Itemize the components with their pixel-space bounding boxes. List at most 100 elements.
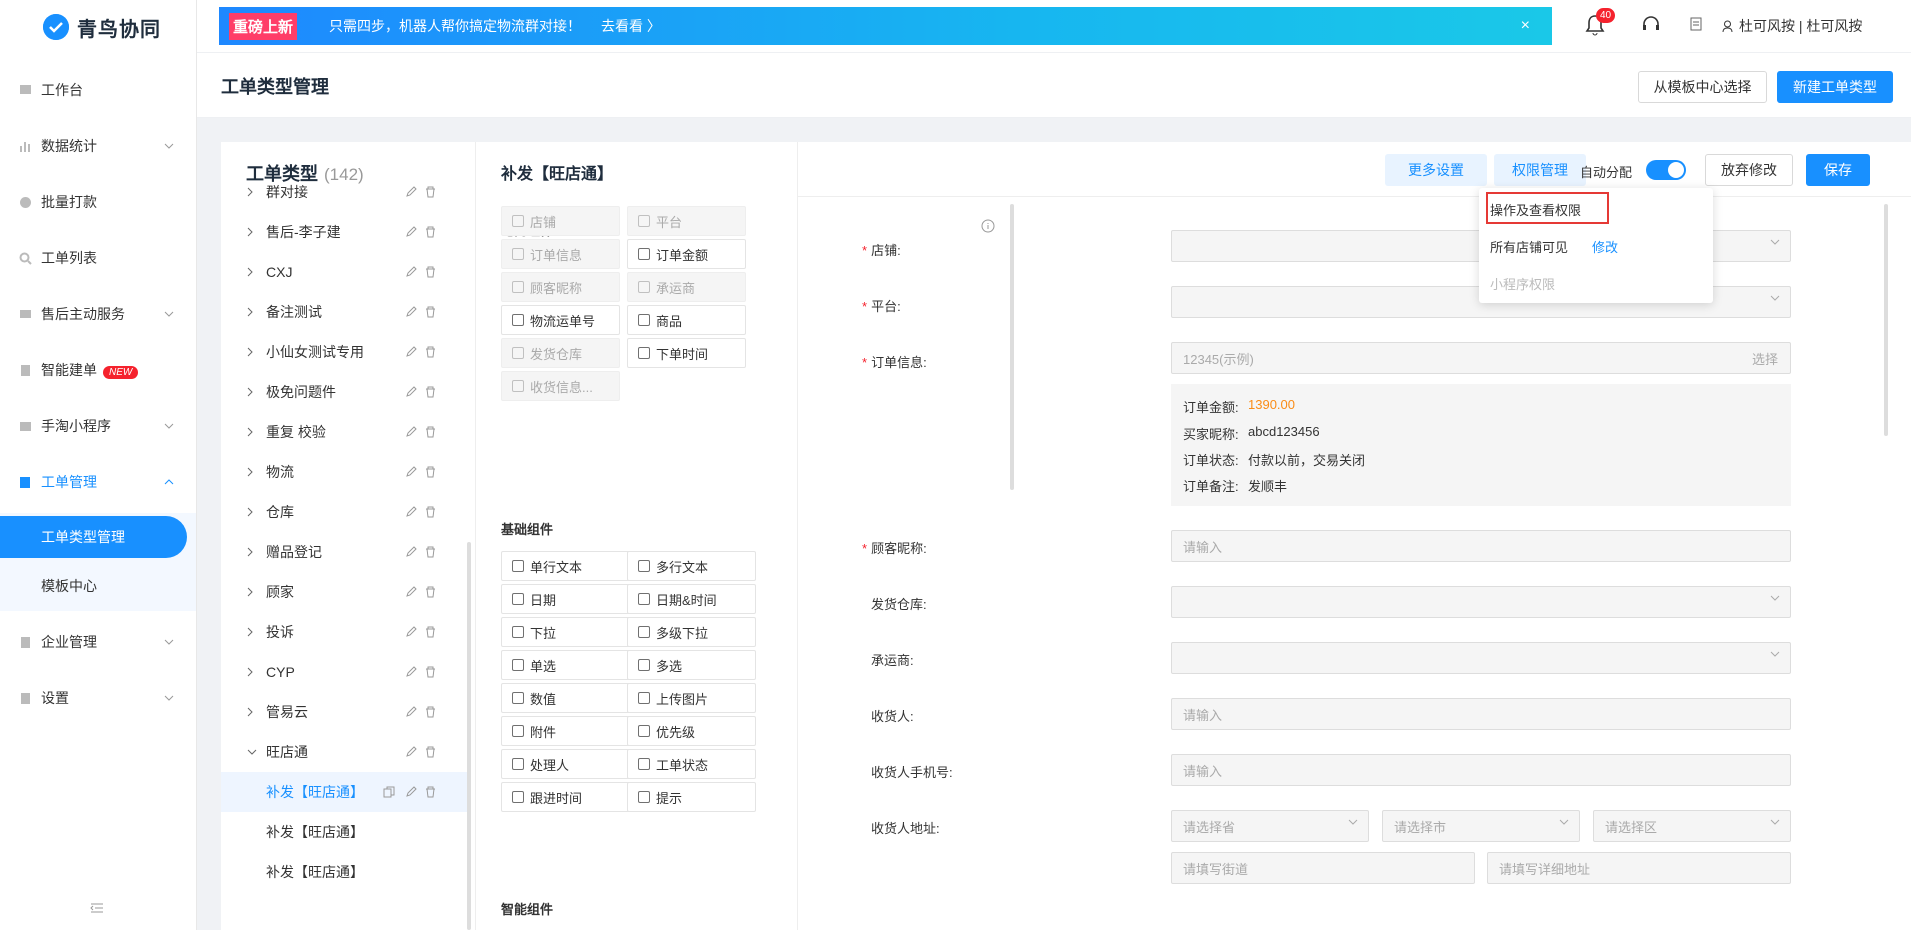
tree-row[interactable]: 管易云 bbox=[221, 692, 468, 732]
order-input[interactable]: 12345(示例) 选择 bbox=[1171, 342, 1791, 374]
component-item[interactable]: 多选 bbox=[627, 650, 756, 680]
tree-row[interactable]: 物流 bbox=[221, 452, 468, 492]
choose-template-button[interactable]: 从模板中心选择 bbox=[1638, 71, 1767, 103]
sidebar-item-ticket-type-manage[interactable]: 工单类型管理 bbox=[0, 516, 187, 558]
component-item[interactable]: 顾客昵称 bbox=[501, 272, 620, 302]
nick-input[interactable]: 请输入 bbox=[1171, 530, 1791, 562]
tree-child-row[interactable]: 补发【旺店通】 bbox=[221, 772, 468, 812]
headset-icon[interactable] bbox=[1641, 15, 1661, 35]
component-item[interactable]: 收货信息... bbox=[501, 371, 620, 401]
component-item[interactable]: 下单时间 bbox=[627, 338, 746, 368]
delete-icon[interactable] bbox=[425, 346, 436, 358]
tree-row[interactable]: 旺店通 bbox=[221, 732, 468, 772]
sidebar-item-enterprise[interactable]: 企业管理 bbox=[0, 622, 197, 662]
component-item[interactable]: 店铺 bbox=[501, 206, 620, 236]
phone-input[interactable]: 请输入 bbox=[1171, 754, 1791, 786]
edit-icon[interactable] bbox=[405, 546, 417, 558]
save-button[interactable]: 保存 bbox=[1806, 154, 1870, 186]
edit-icon[interactable] bbox=[405, 186, 417, 198]
chevron-right-icon[interactable] bbox=[247, 427, 253, 437]
sidebar-item-stats[interactable]: 数据统计 bbox=[0, 126, 197, 166]
edit-icon[interactable] bbox=[405, 346, 417, 358]
delete-icon[interactable] bbox=[425, 226, 436, 238]
promo-banner[interactable]: 重磅上新 只需四步，机器人帮你搞定物流群对接！ 去看看 〉 × bbox=[219, 7, 1552, 45]
component-item[interactable]: 下拉 bbox=[501, 617, 630, 647]
edit-icon[interactable] bbox=[405, 226, 417, 238]
delete-icon[interactable] bbox=[425, 386, 436, 398]
edit-icon[interactable] bbox=[405, 786, 417, 798]
delete-icon[interactable] bbox=[425, 706, 436, 718]
component-item[interactable]: 优先级 bbox=[627, 716, 756, 746]
component-item[interactable]: 单行文本 bbox=[501, 551, 630, 581]
chevron-right-icon[interactable] bbox=[247, 707, 253, 717]
component-item[interactable]: 上传图片 bbox=[627, 683, 756, 713]
component-item[interactable]: 订单金额 bbox=[627, 239, 746, 269]
banner-close-icon[interactable]: × bbox=[1521, 17, 1530, 35]
delete-icon[interactable] bbox=[425, 426, 436, 438]
tree-row[interactable]: CYP bbox=[221, 652, 468, 692]
chevron-right-icon[interactable] bbox=[247, 347, 253, 357]
delete-icon[interactable] bbox=[425, 746, 436, 758]
component-item[interactable]: 单选 bbox=[501, 650, 630, 680]
detail-address-input[interactable]: 请填写详细地址 bbox=[1487, 852, 1791, 884]
sidebar-item-smart-create[interactable]: 智能建单 NEW bbox=[0, 350, 197, 390]
component-item[interactable]: 承运商 bbox=[627, 272, 746, 302]
tree-row[interactable]: 群对接 bbox=[221, 172, 468, 212]
tree-row[interactable]: 顾家 bbox=[221, 572, 468, 612]
component-item[interactable]: 平台 bbox=[627, 206, 746, 236]
chevron-right-icon[interactable] bbox=[247, 387, 253, 397]
delete-icon[interactable] bbox=[425, 786, 436, 798]
delete-icon[interactable] bbox=[425, 586, 436, 598]
tree-row[interactable]: 小仙女测试专用 bbox=[221, 332, 468, 372]
component-item[interactable]: 数值 bbox=[501, 683, 630, 713]
component-item[interactable]: 物流运单号 bbox=[501, 305, 620, 335]
component-item[interactable]: 附件 bbox=[501, 716, 630, 746]
app-logo[interactable]: 青鸟协同 bbox=[43, 12, 161, 42]
chevron-right-icon[interactable] bbox=[247, 627, 253, 637]
chevron-right-icon[interactable] bbox=[247, 667, 253, 677]
component-item[interactable]: 日期 bbox=[501, 584, 630, 614]
component-item[interactable]: 处理人 bbox=[501, 749, 630, 779]
chevron-right-icon[interactable] bbox=[247, 587, 253, 597]
edit-icon[interactable] bbox=[405, 626, 417, 638]
delete-icon[interactable] bbox=[425, 666, 436, 678]
discard-button[interactable]: 放弃修改 bbox=[1705, 154, 1793, 186]
delete-icon[interactable] bbox=[425, 466, 436, 478]
document-icon[interactable] bbox=[1690, 17, 1702, 31]
tree-row[interactable]: 赠品登记 bbox=[221, 532, 468, 572]
delete-icon[interactable] bbox=[425, 306, 436, 318]
carrier-select[interactable] bbox=[1171, 642, 1791, 674]
info-icon[interactable] bbox=[981, 219, 995, 233]
component-item[interactable]: 提示 bbox=[627, 782, 756, 812]
delete-icon[interactable] bbox=[425, 186, 436, 198]
collapse-sidebar-icon[interactable] bbox=[90, 902, 104, 914]
sidebar-item-settings[interactable]: 设置 bbox=[0, 678, 197, 718]
tree-child-row[interactable]: 补发【旺店通】 bbox=[221, 852, 468, 892]
component-item[interactable]: 工单状态 bbox=[627, 749, 756, 779]
edit-link[interactable]: 修改 bbox=[1592, 240, 1618, 255]
edit-icon[interactable] bbox=[405, 466, 417, 478]
sidebar-item-miniapp[interactable]: 手淘小程序 bbox=[0, 406, 197, 446]
tree-row[interactable]: 重复 校验 bbox=[221, 412, 468, 452]
new-ticket-type-button[interactable]: 新建工单类型 bbox=[1777, 71, 1893, 103]
order-select-link[interactable]: 选择 bbox=[1752, 349, 1778, 368]
sidebar-item-payout[interactable]: 批量打款 bbox=[0, 182, 197, 222]
tree-row[interactable]: 极免问题件 bbox=[221, 372, 468, 412]
copy-icon[interactable] bbox=[383, 786, 395, 798]
delete-icon[interactable] bbox=[425, 626, 436, 638]
edit-icon[interactable] bbox=[405, 306, 417, 318]
receiver-input[interactable]: 请输入 bbox=[1171, 698, 1791, 730]
street-input[interactable]: 请填写街道 bbox=[1171, 852, 1475, 884]
component-item[interactable]: 订单信息 bbox=[501, 239, 620, 269]
component-item[interactable]: 日期&时间 bbox=[627, 584, 756, 614]
scrollbar[interactable] bbox=[467, 542, 471, 930]
component-item[interactable]: 多级下拉 bbox=[627, 617, 756, 647]
sidebar-item-workbench[interactable]: 工作台 bbox=[0, 70, 197, 110]
edit-icon[interactable] bbox=[405, 746, 417, 758]
component-item[interactable]: 发货仓库 bbox=[501, 338, 620, 368]
sidebar-item-template-center[interactable]: 模板中心 bbox=[0, 566, 197, 606]
scrollbar[interactable] bbox=[1884, 204, 1888, 436]
permission-button[interactable]: 权限管理 bbox=[1494, 154, 1586, 186]
user-menu[interactable]: 杜可风按 | 杜可风按 bbox=[1722, 16, 1862, 36]
edit-icon[interactable] bbox=[405, 586, 417, 598]
